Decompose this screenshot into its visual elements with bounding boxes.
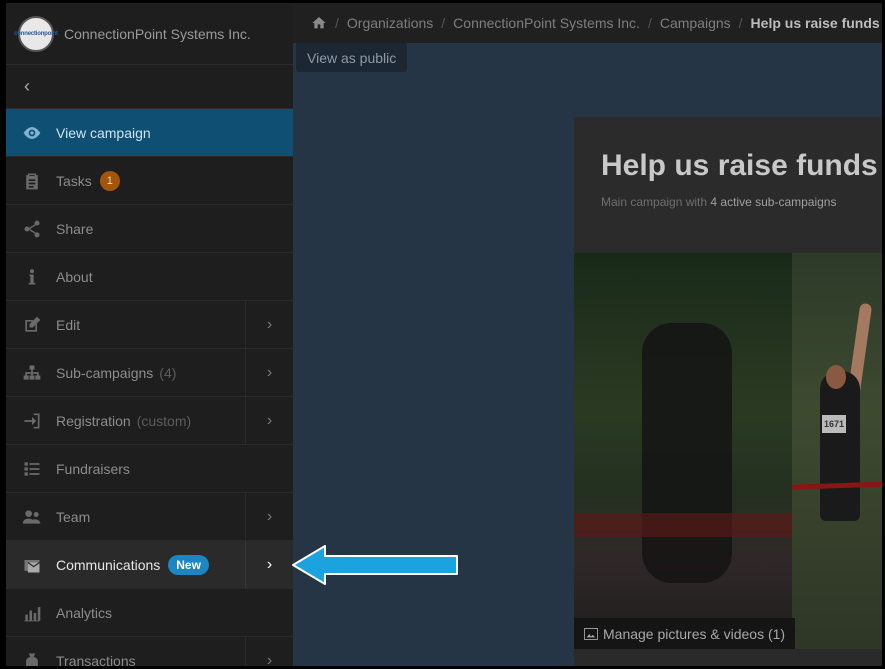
sidebar-item-fundraisers[interactable]: Fundraisers	[6, 445, 293, 493]
runners-photo: 1671	[791, 253, 882, 649]
chart-icon	[20, 603, 44, 623]
sidebar-item-about[interactable]: About	[6, 253, 293, 301]
hierarchy-icon	[20, 363, 44, 383]
sidebar-item-label: Registration	[56, 412, 131, 429]
runner-bib: 1671	[822, 415, 846, 433]
chevron-right-icon[interactable]: ›	[245, 493, 293, 540]
back-button[interactable]: ‹	[6, 65, 293, 109]
campaign-title: Help us raise funds	[601, 149, 878, 182]
org-name: ConnectionPoint Systems Inc.	[64, 25, 251, 42]
manage-media-button[interactable]: Manage pictures & videos (1)	[574, 618, 796, 649]
org-logo: connectionpoint	[14, 15, 58, 52]
blurred-figure	[642, 323, 732, 583]
campaign-subtitle: Main campaign with 4 active sub-campaign…	[601, 195, 882, 209]
view-as-public-button[interactable]: View as public	[296, 43, 408, 72]
sidebar-item-label: About	[56, 268, 93, 285]
sidebar: connectionpoint ConnectionPoint Systems …	[6, 3, 293, 669]
sidebar-item-edit[interactable]: Edit ›	[6, 301, 293, 349]
sidebar-item-transactions[interactable]: Transactions ›	[6, 637, 293, 669]
sidebar-item-team[interactable]: Team ›	[6, 493, 293, 541]
sidebar-item-label: Sub-campaigns	[56, 364, 154, 381]
chevron-right-icon[interactable]: ›	[245, 397, 293, 444]
registration-type: (custom)	[136, 412, 192, 429]
share-icon	[20, 219, 44, 239]
sidebar-item-communications[interactable]: Communications New ›	[6, 541, 293, 589]
chevron-right-icon[interactable]: ›	[245, 637, 293, 666]
breadcrumb-separator: /	[335, 15, 339, 31]
image-icon	[584, 627, 598, 640]
home-icon[interactable]	[311, 15, 327, 31]
sidebar-item-label: Edit	[56, 316, 81, 333]
app-window: connectionpoint ConnectionPoint Systems …	[0, 0, 885, 669]
sidebar-item-sub-campaigns[interactable]: Sub-campaigns (4) ›	[6, 349, 293, 397]
sidebar-item-label: Communications	[56, 556, 161, 573]
breadcrumb-campaigns[interactable]: Campaigns	[660, 15, 731, 31]
callout-arrow-icon	[292, 545, 458, 585]
blurred-tape	[574, 513, 792, 537]
sign-in-icon	[20, 411, 44, 431]
org-header[interactable]: connectionpoint ConnectionPoint Systems …	[6, 3, 293, 65]
mail-icon	[20, 555, 44, 575]
clipboard-icon	[20, 171, 44, 191]
breadcrumb-separator: /	[738, 15, 743, 31]
breadcrumb-current: Help us raise funds in	[750, 15, 885, 31]
breadcrumb-organizations[interactable]: Organizations	[347, 15, 433, 31]
money-icon	[20, 651, 44, 666]
sidebar-item-share[interactable]: Share	[6, 205, 293, 253]
breadcrumb: / Organizations / ConnectionPoint System…	[293, 3, 885, 43]
users-icon	[20, 507, 44, 527]
breadcrumb-separator: /	[647, 15, 652, 31]
sidebar-item-label: Team	[56, 508, 91, 525]
edit-icon	[20, 315, 44, 335]
sidebar-item-label: Fundraisers	[56, 460, 130, 477]
blurred-photo	[574, 253, 792, 649]
chevron-right-icon[interactable]: ›	[245, 541, 293, 588]
sidebar-item-registration[interactable]: Registration (custom) ›	[6, 397, 293, 445]
campaign-image: 1671 Manage pictures & videos (1)	[574, 253, 882, 649]
sidebar-item-label: View campaign	[56, 124, 151, 141]
sidebar-item-label: Transactions	[56, 652, 136, 669]
list-icon	[20, 459, 44, 479]
sub-campaigns-count: (4)	[159, 364, 177, 381]
info-icon	[20, 267, 44, 287]
chevron-right-icon[interactable]: ›	[245, 301, 293, 348]
eye-icon	[20, 123, 44, 143]
sidebar-item-tasks[interactable]: Tasks 1	[6, 157, 293, 205]
campaign-header: Help us raise funds Main campaign with 4…	[574, 117, 882, 253]
sub-campaigns-link[interactable]: 4 active sub-campaigns	[710, 195, 836, 209]
runner-head	[826, 365, 846, 389]
sidebar-item-label: Tasks	[56, 172, 92, 189]
tasks-count-badge: 1	[99, 170, 120, 191]
sidebar-item-view-campaign[interactable]: View campaign	[6, 109, 293, 157]
new-badge: New	[168, 554, 209, 575]
sidebar-item-label: Share	[56, 220, 94, 237]
breadcrumb-organization[interactable]: ConnectionPoint Systems Inc.	[453, 15, 640, 31]
runner-figure	[820, 371, 860, 521]
sidebar-menu: View campaign Tasks 1 Share About Edit ›	[6, 109, 293, 669]
sidebar-item-label: Analytics	[56, 604, 113, 621]
sidebar-item-analytics[interactable]: Analytics	[6, 589, 293, 637]
chevron-right-icon[interactable]: ›	[245, 349, 293, 396]
campaign-card: Help us raise funds Main campaign with 4…	[574, 117, 882, 666]
manage-media-label: Manage pictures & videos (1)	[603, 625, 786, 642]
campaign-subtitle-text: Main campaign with	[601, 195, 708, 209]
org-logo-text: connectionpoint	[14, 30, 58, 37]
chevron-left-icon: ‹	[24, 76, 30, 96]
breadcrumb-separator: /	[441, 15, 446, 31]
